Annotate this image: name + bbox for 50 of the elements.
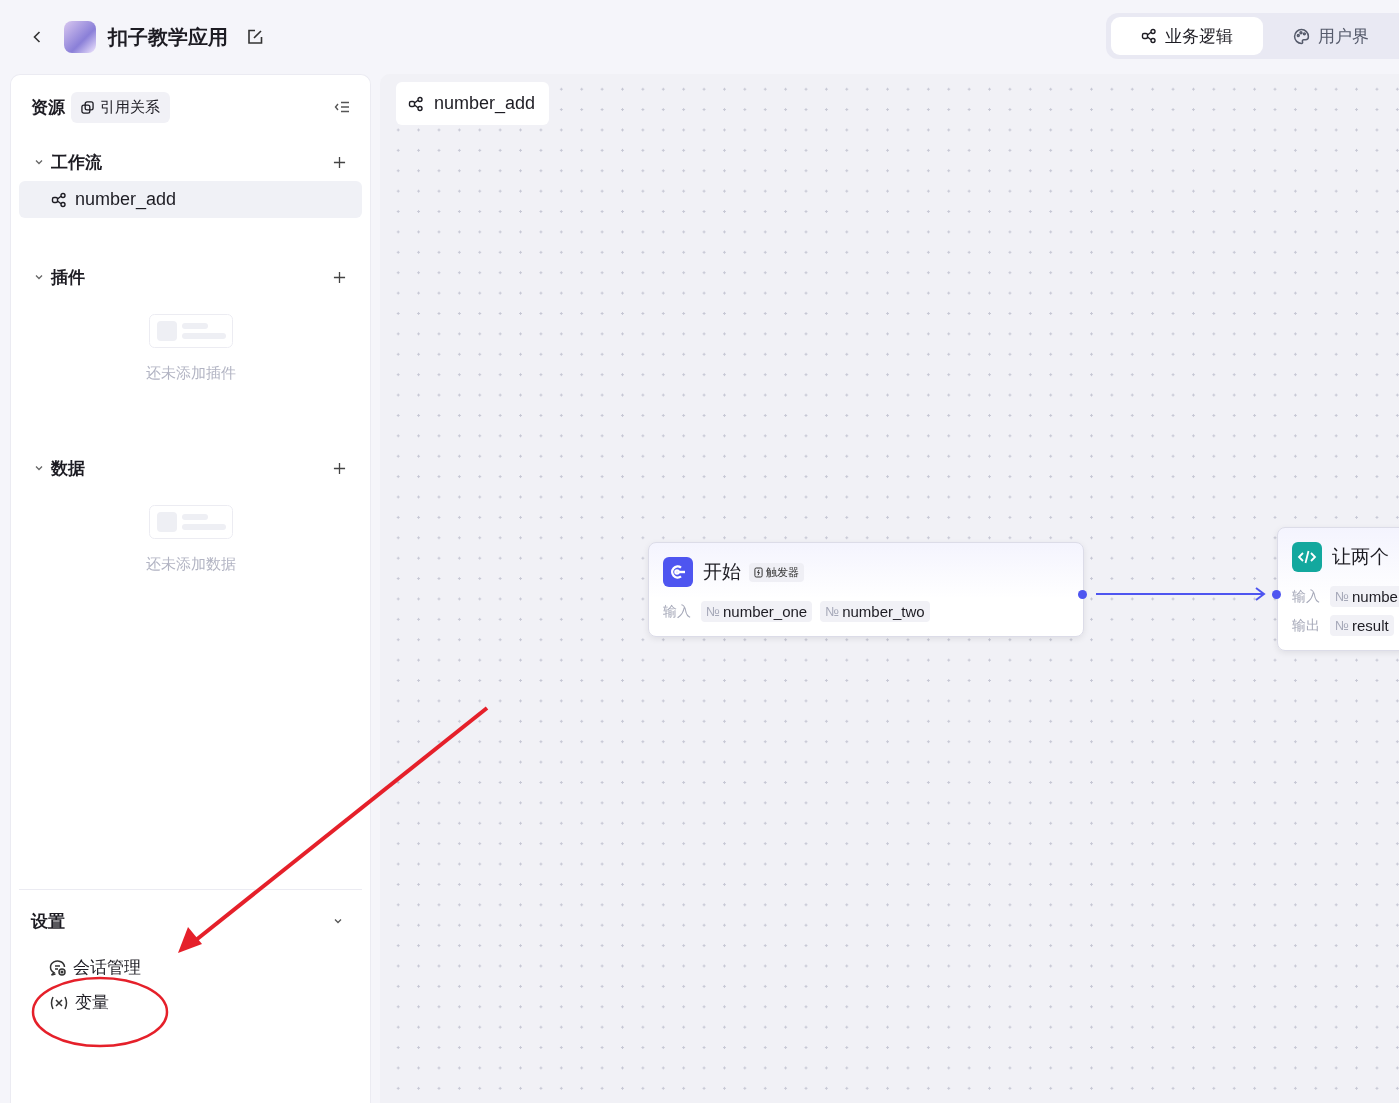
- trigger-badge: 触发器: [749, 562, 804, 582]
- workflow-icon: [51, 191, 67, 208]
- plus-icon: [333, 155, 346, 169]
- edit-button[interactable]: [246, 28, 264, 46]
- empty-message: 还未添加插件: [145, 364, 236, 383]
- plus-icon: [333, 270, 346, 284]
- view-tab[interactable]: 用户界: [1263, 17, 1399, 55]
- section-title: 数据: [51, 457, 85, 480]
- workflow-node[interactable]: 让两个 输入 № numbe 输出 № result: [1277, 527, 1399, 651]
- chat-settings-icon: [49, 958, 67, 977]
- output-port[interactable]: [1078, 590, 1087, 599]
- empty-message: 还未添加数据: [145, 555, 236, 574]
- collapse-sidebar-button[interactable]: [334, 100, 350, 114]
- node-title: 让两个: [1332, 545, 1389, 569]
- settings-item[interactable]: 会话管理: [49, 956, 141, 979]
- copy-icon: [81, 100, 94, 114]
- workflow-canvas[interactable]: number_add 开始 触发器 输入 № number_one № number_two 让两个 输入 № numbe 输出 № result: [380, 74, 1399, 1103]
- row-label: 输入: [1292, 587, 1320, 606]
- sidebar-title: 资源: [31, 96, 65, 119]
- parameter-tag: № numbe: [1330, 586, 1399, 607]
- collapse-icon: [334, 100, 350, 114]
- section-title: 设置: [31, 910, 65, 933]
- references-button[interactable]: 引用关系: [71, 91, 170, 123]
- input-port[interactable]: [1272, 590, 1281, 599]
- parameter-tag: № result: [1330, 615, 1394, 636]
- workflow-icon: [408, 95, 424, 112]
- workflow-tab[interactable]: number_add: [396, 82, 550, 125]
- add-button[interactable]: [333, 270, 346, 284]
- code-node-icon: [1292, 542, 1322, 572]
- variable-icon: [49, 994, 69, 1011]
- add-button[interactable]: [333, 461, 346, 475]
- workflow-icon: [1141, 28, 1157, 44]
- row-label: 输入: [663, 602, 691, 621]
- settings-item[interactable]: 变量: [49, 991, 109, 1014]
- workflow-node[interactable]: 开始 触发器 输入 № number_one № number_two: [648, 542, 1084, 637]
- parameter-tag: № number_one: [701, 601, 813, 622]
- section-title: 工作流: [51, 151, 102, 174]
- parameter-tag: № number_two: [820, 601, 930, 622]
- plus-icon: [333, 461, 346, 475]
- view-tab[interactable]: 业务逻辑: [1111, 17, 1263, 55]
- app-avatar: [64, 21, 96, 53]
- palette-icon: [1293, 27, 1310, 45]
- add-button[interactable]: [333, 155, 346, 169]
- app-title: 扣子教学应用: [108, 24, 228, 50]
- row-label: 输出: [1292, 616, 1320, 635]
- start-node-icon: [663, 557, 693, 587]
- section-title: 插件: [51, 266, 85, 289]
- node-title: 开始: [703, 560, 741, 584]
- edit-icon: [246, 28, 264, 46]
- workflow-item[interactable]: number_add: [19, 181, 362, 218]
